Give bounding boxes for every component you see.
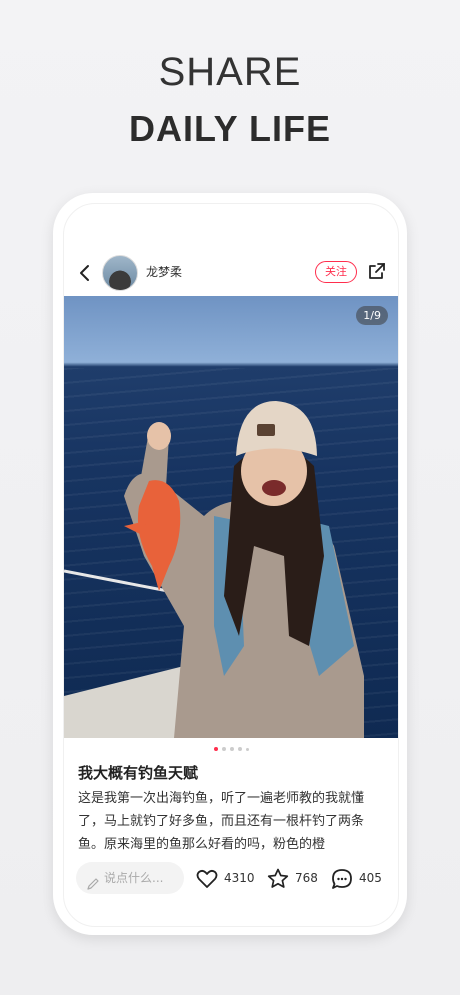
post-header: 龙梦柔 关注: [64, 252, 398, 296]
heart-icon: [196, 869, 218, 888]
carousel-dot: [213, 747, 218, 751]
pen-icon: [86, 871, 100, 890]
fishing-scene-illustration: [64, 401, 364, 738]
back-arrow-icon[interactable]: [74, 262, 96, 284]
share-out-icon[interactable]: [367, 261, 387, 281]
comment-button[interactable]: 405: [331, 866, 382, 890]
post-screen: 龙梦柔 关注 1/9 我大概有钓鱼天赋 这是我第一次出海钓鱼，听了一遍老师教的我…: [63, 203, 399, 927]
engagement-bar: 说点什么... 4310 768 405: [64, 859, 398, 899]
headline-share: SHARE: [158, 50, 302, 94]
favorite-count: 768: [295, 871, 318, 885]
headline-daily-life: DAILY LIFE: [128, 108, 332, 149]
like-button[interactable]: 4310: [196, 866, 255, 890]
post-body: 这是我第一次出海钓鱼，听了一遍老师教的我就懂了，马上就钓了好多鱼，而且还有一根杆…: [78, 791, 365, 852]
comment-input[interactable]: 说点什么...: [76, 862, 184, 894]
favorite-button[interactable]: 768: [267, 866, 318, 890]
comment-bubble-icon: [332, 868, 352, 889]
post-title: 我大概有钓鱼天赋: [78, 764, 199, 782]
phone-mockup: 龙梦柔 关注 1/9 我大概有钓鱼天赋 这是我第一次出海钓鱼，听了一遍老师教的我…: [53, 193, 407, 935]
carousel-dot: [229, 747, 234, 751]
image-counter: 1/9: [356, 306, 388, 325]
star-icon: [267, 868, 289, 888]
comment-count: 405: [359, 871, 382, 885]
carousel-dot: [221, 747, 226, 751]
carousel-dots: [64, 747, 398, 751]
author-avatar[interactable]: [102, 255, 138, 291]
author-name[interactable]: 龙梦柔: [146, 263, 182, 280]
like-count: 4310: [224, 871, 255, 885]
carousel-dot: [237, 747, 242, 751]
comment-placeholder: 说点什么...: [104, 871, 164, 885]
carousel-dot: [245, 748, 249, 751]
post-photo[interactable]: 1/9: [64, 296, 398, 738]
follow-button[interactable]: 关注: [315, 261, 357, 283]
